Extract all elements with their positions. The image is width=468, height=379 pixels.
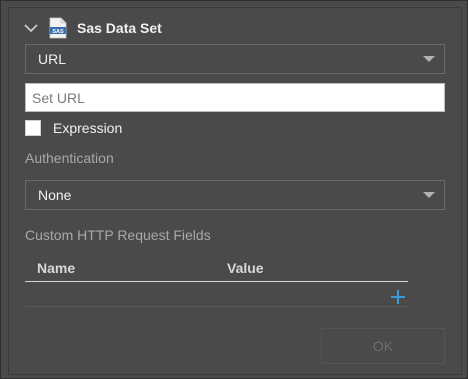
source-type-dropdown[interactable]: URL [25, 44, 445, 74]
dropdown-arrow-icon [423, 56, 435, 62]
sas-data-set-section: SAS Sas Data Set URL Expression Authenti… [8, 7, 462, 375]
column-header-name: Name [37, 260, 76, 276]
chevron-down-icon[interactable] [23, 20, 39, 36]
source-type-value: URL [38, 51, 67, 67]
table-divider [25, 306, 408, 307]
plus-icon [391, 290, 405, 304]
custom-fields-label: Custom HTTP Request Fields [25, 227, 211, 243]
section-header[interactable]: SAS Sas Data Set [23, 17, 162, 39]
sas-file-icon: SAS [49, 17, 67, 39]
authentication-value: None [38, 187, 72, 203]
dropdown-arrow-icon [423, 192, 435, 198]
ok-button[interactable]: OK [321, 328, 445, 364]
add-field-button[interactable] [390, 289, 406, 305]
url-input[interactable] [25, 83, 445, 112]
authentication-label: Authentication [25, 150, 114, 166]
authentication-dropdown[interactable]: None [25, 180, 445, 210]
section-title: Sas Data Set [77, 20, 162, 36]
expression-checkbox-row[interactable]: Expression [25, 119, 122, 137]
expression-label: Expression [53, 120, 123, 136]
column-header-value: Value [227, 260, 264, 276]
expression-checkbox[interactable] [25, 120, 41, 136]
svg-text:SAS: SAS [52, 29, 64, 35]
custom-fields-table-header: Name Value [25, 259, 408, 282]
data-source-panel: SAS Sas Data Set URL Expression Authenti… [0, 0, 468, 379]
